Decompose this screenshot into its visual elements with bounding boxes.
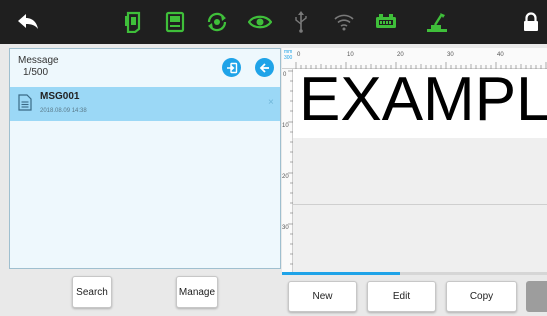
left-ruler: 0 10 20 30 bbox=[282, 69, 293, 272]
scroll-track[interactable] bbox=[282, 272, 547, 275]
message-name: MSG001 bbox=[40, 91, 80, 102]
top-ruler: mm 300 0 10 20 30 40 bbox=[282, 48, 547, 69]
message-list-panel: Message 1/500 MSG001 2018.08.09 14:38 × bbox=[9, 48, 281, 269]
import-icon bbox=[226, 62, 237, 73]
top-ruler-label: 0 bbox=[297, 52, 301, 58]
list-item[interactable]: MSG001 2018.08.09 14:38 × bbox=[10, 87, 280, 121]
message-panel-header: Message 1/500 bbox=[10, 49, 280, 85]
top-ruler-label: 40 bbox=[497, 52, 504, 58]
arrow-left-icon bbox=[259, 62, 269, 73]
document-icon bbox=[18, 94, 32, 111]
service-tool-icon[interactable] bbox=[423, 8, 451, 36]
search-button[interactable]: Search bbox=[72, 276, 112, 308]
back-button[interactable] bbox=[255, 58, 274, 77]
left-ruler-ticks bbox=[288, 70, 293, 265]
left-ruler-label: 20 bbox=[282, 174, 289, 180]
lock-icon[interactable] bbox=[517, 8, 545, 36]
grid-line bbox=[293, 204, 547, 205]
left-ruler-label: 0 bbox=[283, 72, 287, 78]
copy-button[interactable]: Copy bbox=[446, 281, 517, 312]
more-button[interactable] bbox=[526, 281, 547, 312]
new-button[interactable]: New bbox=[288, 281, 357, 312]
print-area[interactable]: EXAMPLE bbox=[293, 69, 547, 138]
message-date: 2018.08.09 14:38 bbox=[40, 108, 87, 114]
manage-button[interactable]: Manage bbox=[176, 276, 218, 308]
refresh-cycle-icon[interactable] bbox=[203, 8, 231, 36]
message-title: Message bbox=[18, 55, 59, 66]
top-ruler-label: 10 bbox=[347, 52, 354, 58]
delete-icon[interactable]: × bbox=[268, 97, 274, 108]
top-ruler-label: 20 bbox=[397, 52, 404, 58]
top-ruler-ticks bbox=[295, 62, 547, 69]
left-ruler-label: 10 bbox=[282, 123, 289, 129]
wifi-icon bbox=[330, 8, 358, 36]
message-count: 1/500 bbox=[23, 67, 49, 78]
battery-icon bbox=[372, 8, 400, 36]
left-ruler-label: 30 bbox=[282, 225, 289, 231]
eye-icon[interactable] bbox=[246, 8, 274, 36]
scroll-thumb[interactable] bbox=[282, 272, 400, 275]
message-editor-canvas[interactable]: mm 300 0 10 20 30 40 0 10 20 30 EXAMPL bbox=[282, 48, 547, 275]
print-head-icon[interactable] bbox=[120, 8, 148, 36]
edit-button[interactable]: Edit bbox=[367, 281, 436, 312]
back-arrow-icon[interactable] bbox=[14, 8, 42, 36]
top-toolbar bbox=[0, 0, 547, 44]
canvas-text-object[interactable]: EXAMPLE bbox=[299, 69, 547, 135]
usb-icon bbox=[287, 8, 315, 36]
import-button[interactable] bbox=[222, 58, 241, 77]
top-ruler-label: 30 bbox=[447, 52, 454, 58]
app-window: Message 1/500 MSG001 2018.08.09 14:38 × … bbox=[0, 0, 547, 316]
printer-screen-icon[interactable] bbox=[161, 8, 189, 36]
